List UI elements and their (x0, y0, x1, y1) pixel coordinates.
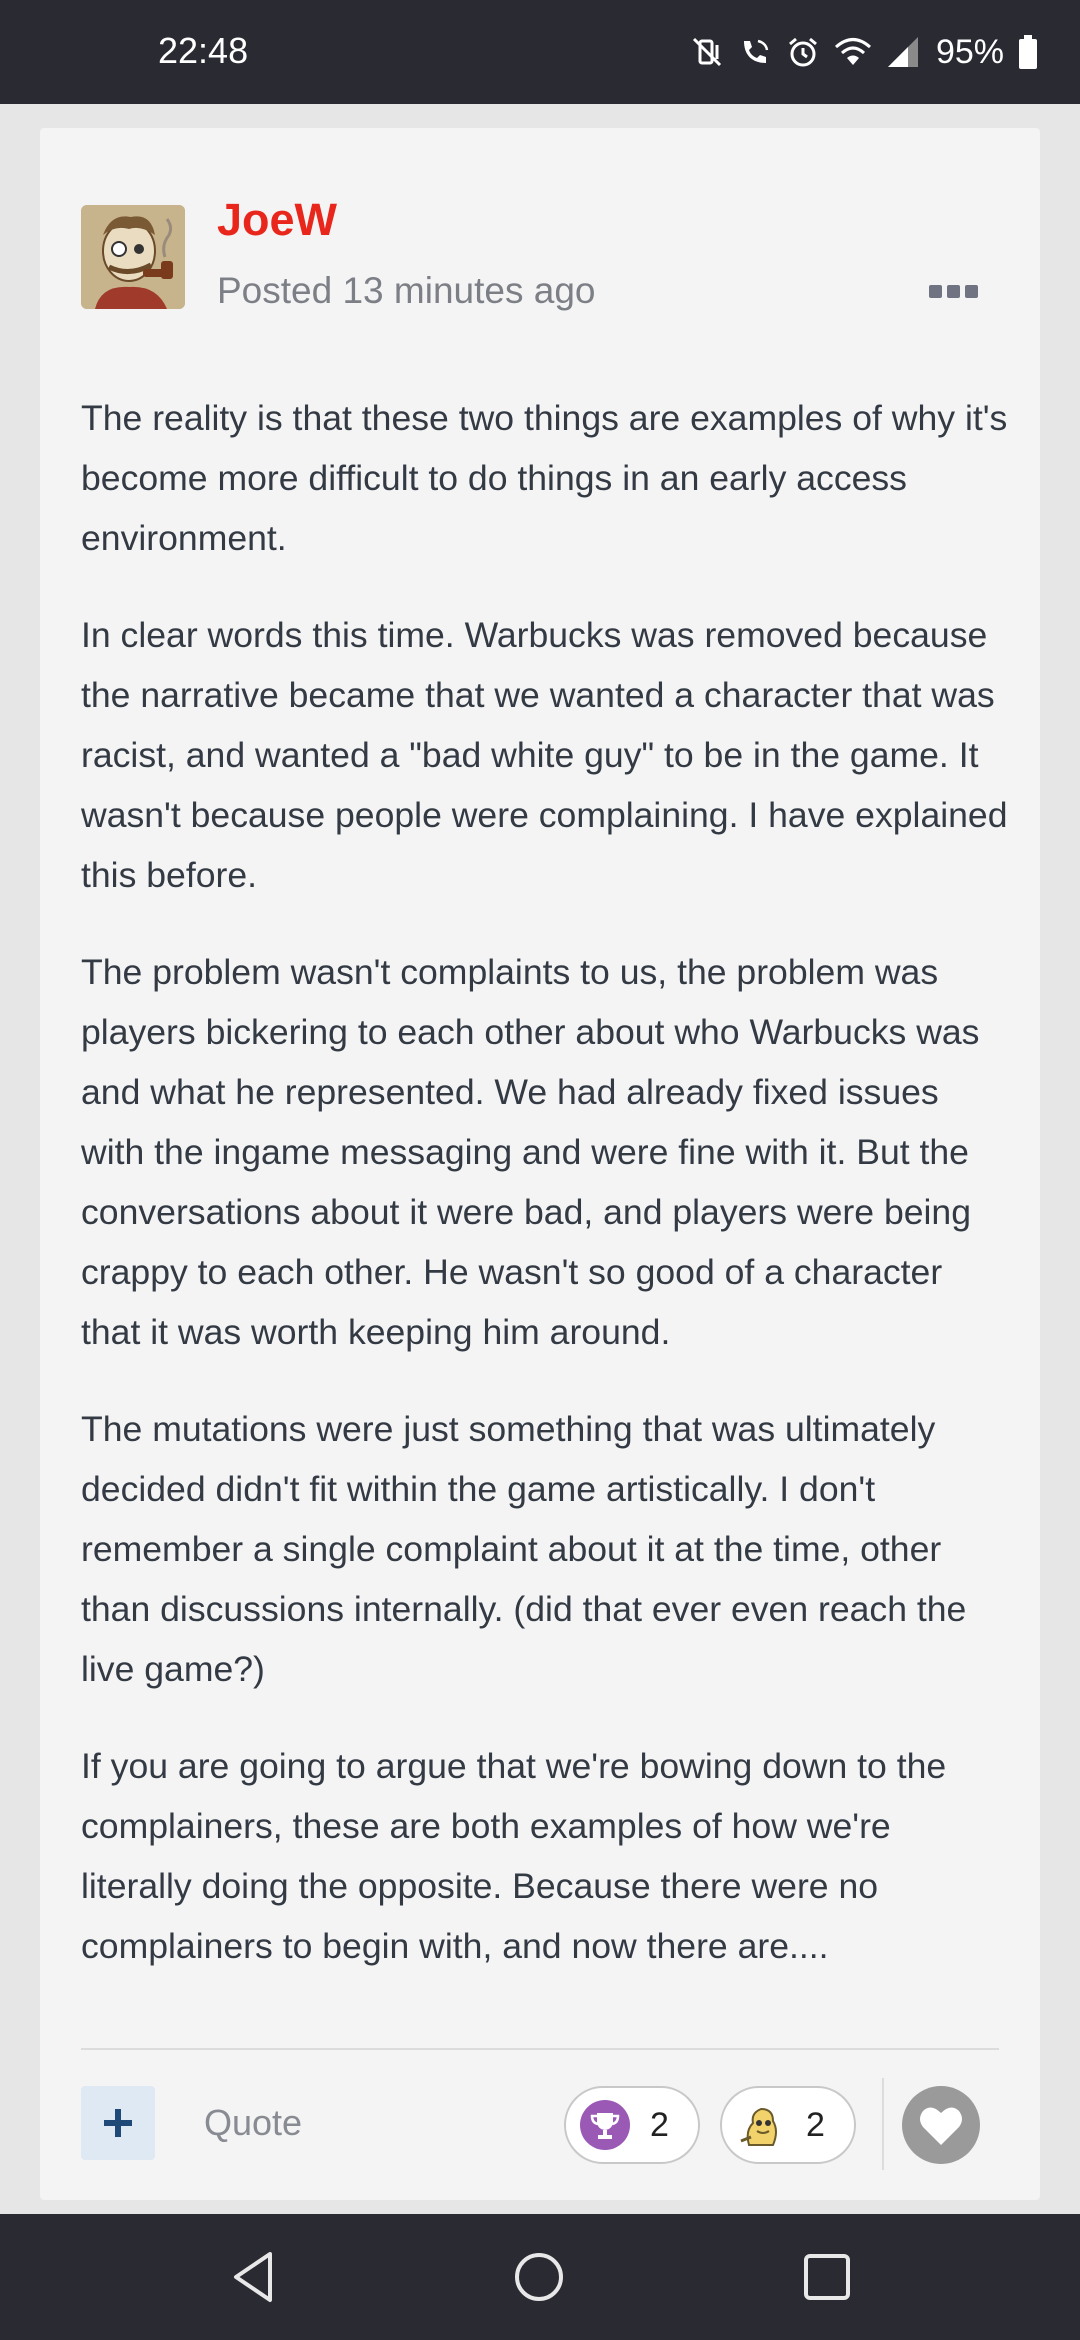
post-paragraph: The problem wasn't complaints to us, the… (81, 952, 980, 1352)
post-body: The reality is that these two things are… (81, 388, 1011, 2013)
battery-icon (1018, 35, 1038, 69)
quote-button[interactable]: Quote (204, 2102, 302, 2144)
character-reaction-icon (736, 2100, 786, 2150)
multiquote-add-button[interactable] (81, 2086, 155, 2160)
heart-icon (920, 2107, 962, 2145)
trophy-icon (580, 2100, 630, 2150)
like-button[interactable] (902, 2086, 980, 2164)
mute-vibrate-icon (690, 35, 724, 69)
home-button[interactable] (506, 2244, 572, 2310)
post-timestamp: Posted 13 minutes ago (217, 270, 596, 311)
plus-icon (104, 2109, 132, 2137)
post-paragraph: In clear words this time. Warbucks was r… (81, 615, 1008, 895)
cell-signal-icon (886, 35, 920, 69)
system-nav-bar (0, 2214, 1080, 2340)
more-dot (964, 284, 978, 298)
back-icon (234, 2252, 272, 2302)
more-dot (946, 284, 960, 298)
post-paragraph: If you are going to argue that we're bow… (81, 1746, 947, 1966)
reaction-count: 2 (806, 2105, 825, 2144)
author-avatar[interactable] (81, 205, 185, 309)
status-time: 22:48 (158, 30, 249, 71)
battery-percent: 95% (935, 32, 1004, 71)
wifi-calling-icon (738, 35, 772, 69)
actions-divider (81, 2048, 999, 2050)
reaction-count: 2 (650, 2105, 669, 2144)
status-icons: 95% (690, 28, 1038, 76)
home-icon (515, 2253, 563, 2301)
post-card: JoeW Posted 13 minutes ago The reality i… (40, 128, 1040, 2200)
post-paragraph: The reality is that these two things are… (81, 398, 1008, 558)
reaction-character[interactable]: 2 (720, 2086, 856, 2164)
reaction-trophy[interactable]: 2 (564, 2086, 700, 2164)
more-dot (928, 284, 942, 298)
more-options-button[interactable] (920, 271, 986, 311)
post-paragraph: The mutations were just something that w… (81, 1409, 967, 1689)
recents-icon (804, 2254, 850, 2300)
reaction-separator (882, 2078, 884, 2170)
recents-button[interactable] (794, 2244, 860, 2310)
alarm-icon (786, 35, 820, 69)
status-bar: 22:48 95% (0, 0, 1080, 104)
author-name[interactable]: JoeW (217, 194, 337, 246)
back-button[interactable] (220, 2244, 286, 2310)
wifi-icon (834, 35, 872, 69)
